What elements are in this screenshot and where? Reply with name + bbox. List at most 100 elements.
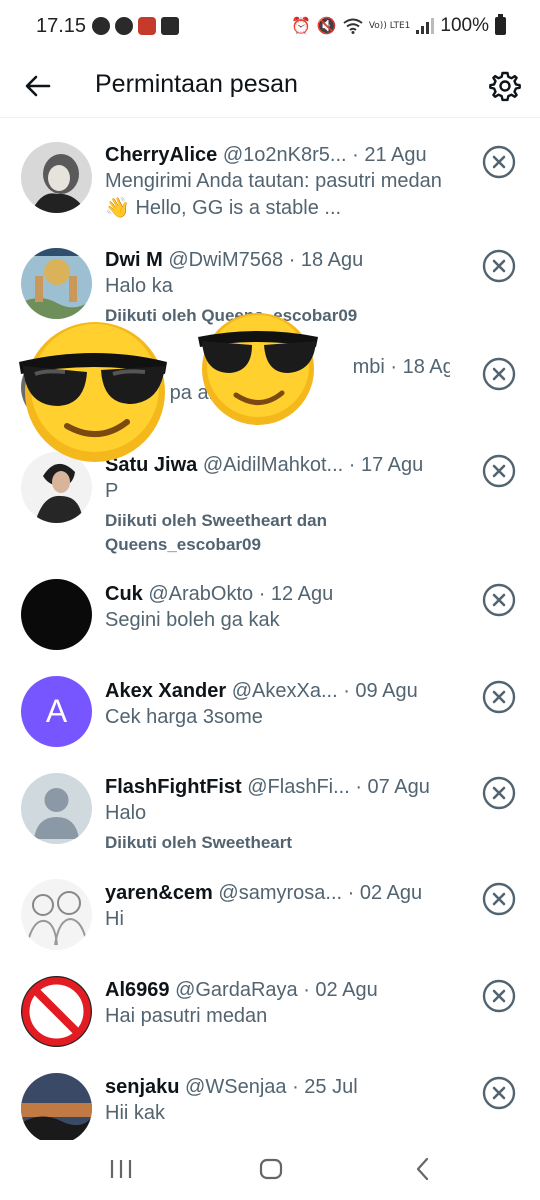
message-preview: Mengirimi Anda tautan: pasutri medan 👋 H…: [105, 170, 442, 219]
dismiss-button[interactable]: [482, 357, 516, 391]
alarm-icon: ⏰: [291, 18, 311, 35]
message-preview: Segini boleh ga kak: [105, 609, 280, 631]
dismiss-button[interactable]: [482, 680, 516, 714]
list-item[interactable]: CherryAlice @1o2nK8r5... · 21 Agu Mengir…: [0, 138, 540, 238]
close-circle-icon: [482, 882, 516, 916]
wifi-icon: [343, 18, 363, 34]
followed-by: Diikuti oleh Sweetheart dan Queens_escob…: [105, 511, 327, 554]
settings-button[interactable]: [488, 69, 522, 103]
display-name: CherryAlice: [105, 144, 218, 166]
mute-icon: 🔇: [316, 18, 337, 35]
dismiss-button[interactable]: [482, 583, 516, 617]
date: · 07 Agu: [355, 776, 430, 798]
list-item[interactable]: senjaku @WSenjaa · 25 Jul Hii kak: [0, 1070, 540, 1140]
back-icon: [416, 1157, 429, 1181]
request-header: FlashFightFist @FlashFi... · 07 Agu: [105, 774, 450, 800]
message-preview: Hi: [105, 908, 124, 930]
request-content: FlashFightFist @FlashFi... · 07 Agu Halo…: [105, 774, 450, 855]
display-name: senjaku: [105, 1076, 180, 1098]
arrow-left-icon: [25, 75, 51, 97]
status-time: 17.15: [36, 15, 87, 37]
close-circle-icon: [482, 583, 516, 617]
request-content: yaren&cem @samyrosa... · 02 Agu Hi: [105, 880, 450, 933]
page-title: Permintaan pesan: [95, 70, 298, 98]
request-content: Satu Jiwa @AidilMahkot... · 17 Agu P Dii…: [105, 452, 450, 557]
handle: @DwiM7568: [168, 249, 284, 271]
date: · 18 Agu: [288, 249, 364, 271]
message-preview: Hai pasutri medan: [105, 1005, 268, 1027]
dismiss-button[interactable]: [482, 454, 516, 488]
avatar[interactable]: [21, 976, 92, 1047]
message-preview: Hii kak: [105, 1102, 166, 1124]
date: · 02 Agu: [303, 979, 378, 1001]
close-circle-icon: [482, 1076, 516, 1110]
avatar[interactable]: [21, 142, 92, 213]
handle: @AidilMahkot...: [202, 454, 344, 476]
handle: @samyrosa...: [218, 882, 343, 904]
date: · 21 Agu: [352, 144, 427, 166]
notification-icons: [92, 17, 179, 35]
sunglasses-emoji: [19, 322, 167, 462]
message-preview: Cek harga 3some: [105, 706, 263, 728]
list-item[interactable]: A Akex Xander @AkexXa... · 09 Agu Cek ha…: [0, 674, 540, 774]
dismiss-button[interactable]: [482, 882, 516, 916]
whatsapp-icon: [92, 17, 110, 35]
display-name: Cuk: [105, 583, 143, 605]
handle: @GardaRaya: [175, 979, 298, 1001]
request-header: Cuk @ArabOkto · 12 Agu: [105, 581, 450, 607]
dismiss-button[interactable]: [482, 1076, 516, 1110]
close-circle-icon: [482, 680, 516, 714]
message-preview: Halo: [105, 802, 147, 824]
avatar[interactable]: A: [21, 676, 92, 747]
request-content: Akex Xander @AkexXa... · 09 Agu Cek harg…: [105, 678, 450, 731]
dismiss-button[interactable]: [482, 249, 516, 283]
avatar[interactable]: [21, 879, 92, 950]
close-circle-icon: [482, 979, 516, 1013]
dismiss-button[interactable]: [482, 979, 516, 1013]
home-button[interactable]: [256, 1154, 286, 1184]
message-preview: P: [105, 480, 119, 502]
handle: @WSenjaa: [185, 1076, 287, 1098]
alert-icon: [138, 17, 156, 35]
date: · 12 Agu: [258, 583, 334, 605]
request-content: Cuk @ArabOkto · 12 Agu Segini boleh ga k…: [105, 581, 450, 634]
dismiss-button[interactable]: [482, 776, 516, 810]
close-circle-icon: [482, 454, 516, 488]
avatar[interactable]: [21, 1073, 92, 1140]
request-header: CherryAlice @1o2nK8r5... · 21 Agu: [105, 142, 450, 168]
dismiss-button[interactable]: [482, 145, 516, 179]
volte-icon: Vo)) LTE1: [368, 20, 411, 31]
request-header: yaren&cem @samyrosa... · 02 Agu: [105, 880, 450, 906]
request-content: Al6969 @GardaRaya · 02 Agu Hai pasutri m…: [105, 977, 450, 1030]
list-item[interactable]: FlashFightFist @FlashFi... · 07 Agu Halo…: [0, 770, 540, 870]
avatar[interactable]: [21, 579, 92, 650]
recents-button[interactable]: [106, 1154, 136, 1184]
request-content: senjaku @WSenjaa · 25 Jul Hii kak: [105, 1074, 450, 1127]
status-bar: 17.15 ⏰ 🔇 Vo)) LTE1 100%: [0, 0, 540, 54]
date: · 02 Agu: [347, 882, 423, 904]
handle: @ArabOkto: [148, 583, 254, 605]
date: · 25 Jul: [292, 1076, 358, 1098]
gallery-icon: [161, 17, 179, 35]
signal-icon: [416, 18, 435, 34]
close-circle-icon: [482, 776, 516, 810]
close-circle-icon: [482, 249, 516, 283]
display-name: yaren&cem: [105, 882, 213, 904]
battery-icon: [495, 14, 506, 35]
avatar[interactable]: [21, 248, 92, 319]
system-back-button[interactable]: [408, 1154, 438, 1184]
close-circle-icon: [482, 357, 516, 391]
avatar[interactable]: [21, 773, 92, 844]
handle: mbi: [352, 356, 385, 378]
back-button[interactable]: [22, 70, 54, 102]
recents-icon: [110, 1160, 132, 1178]
list-item[interactable]: Cuk @ArabOkto · 12 Agu Segini boleh ga k…: [0, 577, 540, 677]
app-header: Permintaan pesan: [0, 56, 540, 118]
handle: @AkexXa...: [231, 680, 338, 702]
close-circle-icon: [482, 145, 516, 179]
list-item[interactable]: Al6969 @GardaRaya · 02 Agu Hai pasutri m…: [0, 973, 540, 1073]
display-name: Dwi M: [105, 249, 163, 271]
request-header: Al6969 @GardaRaya · 02 Agu: [105, 977, 450, 1003]
list-item[interactable]: yaren&cem @samyrosa... · 02 Agu Hi: [0, 876, 540, 976]
date: · 17 Agu: [348, 454, 424, 476]
